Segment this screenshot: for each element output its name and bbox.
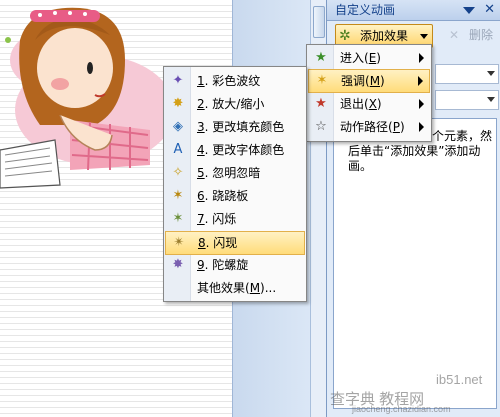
menu-item-spin[interactable]: ✸ 9. 陀螺旋 [165,254,305,276]
font-color-icon: A [173,142,183,157]
flash-icon: ✴ [173,235,185,250]
motion-path-icon: ☆ [315,119,327,134]
grow-shrink-icon: ✸ [172,96,184,111]
modify-property-select[interactable] [435,90,499,110]
watermark-site: ib51.net [436,372,483,387]
scrollbar-thumb[interactable] [313,6,325,38]
spin-icon: ✸ [172,257,184,272]
menu-item-teeter[interactable]: ✶ 6. 跷跷板 [165,185,305,207]
watermark-url: jiaocheng.chazidian.com [352,404,451,414]
pane-title-bar: 自定义动画 ✕ [327,0,500,21]
menu-item-flicker[interactable]: ✧ 5. 忽明忽暗 [165,162,305,184]
submenu-arrow-icon [418,76,423,86]
submenu-arrow-icon [419,99,424,109]
menu-item-flash[interactable]: ✴ 8. 闪现 [165,231,305,255]
delete-icon: ✕ [449,28,460,42]
modify-start-select[interactable] [435,64,499,84]
delete-label: 删除 [468,28,493,42]
blink-icon: ✶ [172,211,184,226]
animation-list[interactable]: 选中幻灯片的某个元素，然后单击“添加效果”添加动画。 [333,118,497,409]
menu-item-emphasis[interactable]: ✶ 强调(M) [308,69,430,93]
menu-item-color-wave[interactable]: ✦ 1. 彩色波纹 [165,70,305,92]
close-icon[interactable]: ✕ [484,0,495,20]
menu-item-blink[interactable]: ✶ 7. 闪烁 [165,208,305,230]
menu-item-change-font-color[interactable]: A 4. 更改字体颜色 [165,139,305,161]
flicker-icon: ✧ [172,165,184,180]
color-wave-icon: ✦ [172,73,184,88]
teeter-icon: ✶ [172,188,184,203]
emphasis-icon: ✶ [316,73,328,88]
pane-dropdown-icon[interactable] [463,7,475,14]
submenu-arrow-icon [419,53,424,63]
add-effect-menu: ★ 进入(E) ✶ 强调(M) ★ 退出(X) ☆ 动作路径(P) [306,44,432,142]
pane-title: 自定义动画 [335,3,396,17]
emphasis-submenu: ✦ 1. 彩色波纹 ✸ 2. 放大/缩小 ◈ 3. 更改填充颜色 A 4. 更改字体颜色… [163,66,307,302]
entrance-icon: ★ [315,50,327,65]
menu-item-entrance[interactable]: ★ 进入(E) [308,47,430,69]
exit-icon: ★ [315,96,327,111]
menu-item-change-fill-color[interactable]: ◈ 3. 更改填充颜色 [165,116,305,138]
delete-button[interactable]: ✕ 删除 [439,24,493,46]
menu-item-exit[interactable]: ★ 退出(X) [308,93,430,115]
menu-item-more-effects[interactable]: 其他效果(M)... [165,277,305,299]
menu-item-motion-path[interactable]: ☆ 动作路径(P) [308,116,430,138]
menu-item-grow-shrink[interactable]: ✸ 2. 放大/缩小 [165,93,305,115]
chevron-down-icon [487,97,495,102]
fill-color-icon: ◈ [173,119,183,134]
chevron-down-icon [420,34,428,39]
submenu-arrow-icon [419,122,424,132]
chevron-down-icon [487,71,495,76]
